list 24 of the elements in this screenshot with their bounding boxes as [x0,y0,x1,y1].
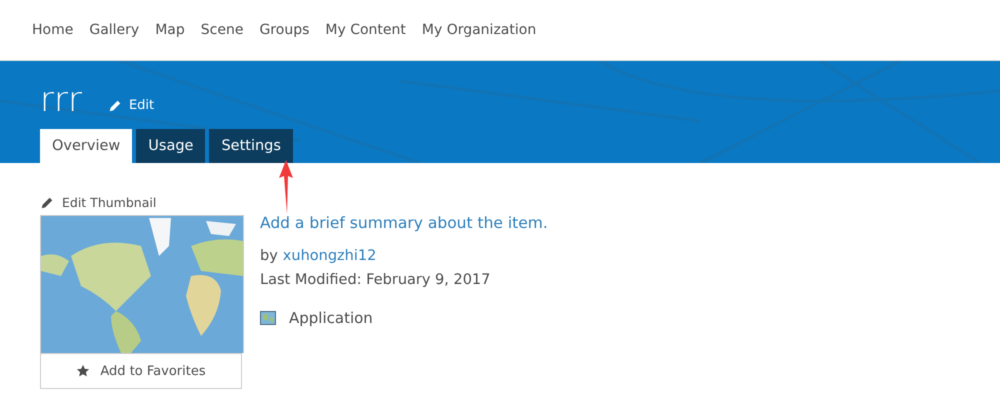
pencil-icon [40,196,54,210]
nav-link[interactable]: Groups [259,22,310,38]
pencil-icon [108,98,122,112]
summary-link[interactable]: Add a brief summary about the item. [260,214,548,232]
edit-button[interactable]: Edit [108,98,154,117]
nav-link[interactable]: My Organization [422,22,536,38]
nav-link[interactable]: My Content [325,22,406,38]
tab[interactable]: Overview [40,129,132,163]
arrow-annotation [278,160,294,214]
item-title: rrr [40,83,82,117]
add-to-favorites-button[interactable]: Add to Favorites [40,353,242,389]
map-icon [260,311,276,325]
tab[interactable]: Settings [209,129,293,163]
nav-link[interactable]: Scene [200,22,244,38]
nav-link[interactable]: Gallery [89,22,140,38]
owner-link[interactable]: xuhongzhi12 [282,248,376,264]
nav-link[interactable]: Map [155,22,185,38]
tab[interactable]: Usage [136,129,206,163]
last-modified-text: Last Modified: February 9, 2017 [260,272,492,288]
item-type: Application [289,309,373,327]
nav-link[interactable]: Home [32,22,74,38]
edit-thumbnail-button[interactable]: Edit Thumbnail [40,195,242,210]
star-icon [76,364,90,378]
by-label: by [260,248,278,264]
